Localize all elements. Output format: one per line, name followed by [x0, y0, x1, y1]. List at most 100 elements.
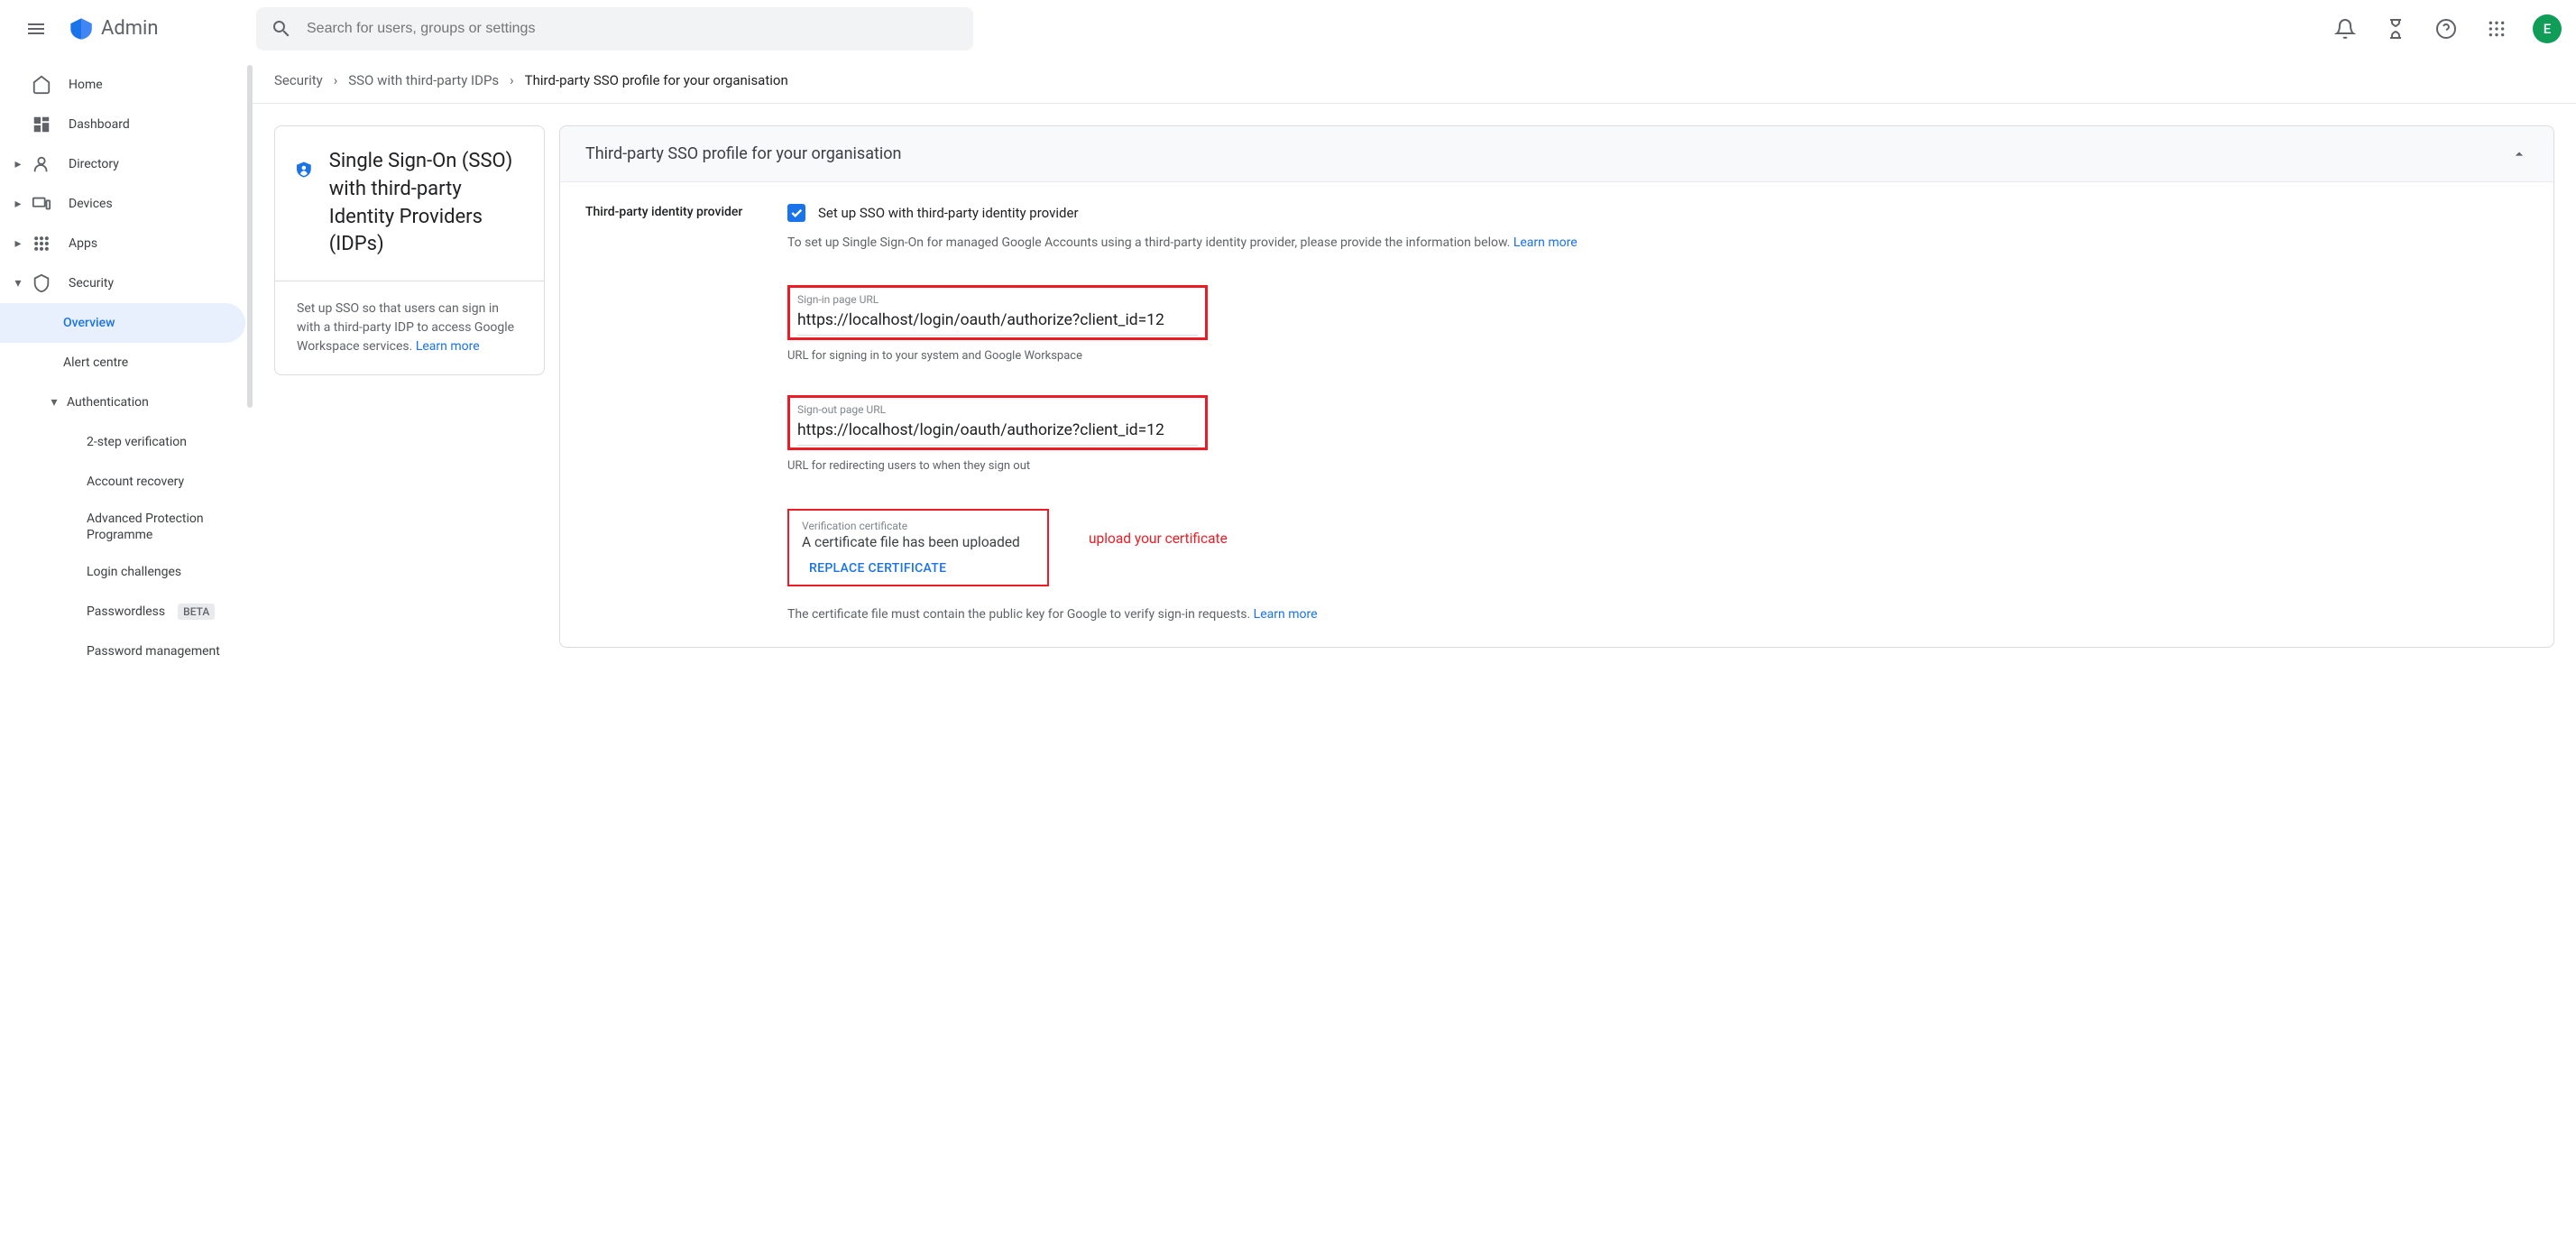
chevron-down-icon: ▾ — [47, 395, 61, 410]
learn-more-link[interactable]: Learn more — [1254, 607, 1318, 622]
sidebar-item-label: Account recovery — [87, 474, 184, 490]
sidebar-nav: Home Dashboard ▸ Directory ▸ Devices ▸ A… — [0, 58, 253, 1245]
chevron-right-icon: ▸ — [11, 236, 25, 251]
field-hint: URL for signing in to your system and Go… — [787, 349, 2528, 363]
apps-icon — [32, 235, 51, 253]
sidebar-item-password-management[interactable]: Password management — [0, 632, 253, 671]
sidebar-item-label: Devices — [69, 197, 113, 211]
annotation-text: upload your certificate — [1089, 530, 1228, 547]
sidebar-item-label: Apps — [69, 236, 97, 251]
field-hint: URL for redirecting users to when they s… — [787, 459, 2528, 473]
search-icon — [271, 18, 292, 40]
sidebar-item-account-recovery[interactable]: Account recovery — [0, 462, 253, 502]
notifications-button[interactable] — [2323, 7, 2367, 51]
sidebar-item-directory[interactable]: ▸ Directory — [0, 144, 253, 184]
sidebar-item-label: Advanced Protection Programme — [87, 511, 238, 543]
sidebar-item-dashboard[interactable]: Dashboard — [0, 105, 253, 144]
section-label: Third-party identity provider — [585, 204, 766, 625]
breadcrumb-link[interactable]: Security — [274, 72, 323, 88]
shield-icon — [32, 273, 51, 293]
sidebar-item-alert-centre[interactable]: Alert centre — [0, 343, 253, 383]
chevron-down-icon: ▾ — [11, 276, 25, 290]
sidebar-item-label: Authentication — [67, 395, 149, 410]
hourglass-icon — [2385, 18, 2406, 40]
info-card-description: Set up SSO so that users can sign in wit… — [297, 301, 514, 354]
admin-logo-icon — [69, 16, 94, 42]
info-card-title: Single Sign-On (SSO) with third-party Id… — [329, 148, 522, 259]
chevron-right-icon: ▸ — [11, 157, 25, 171]
app-logo-text: Admin — [101, 17, 159, 40]
annotation-box: Sign-in page URL — [787, 285, 1208, 340]
replace-certificate-button[interactable]: REPLACE CERTIFICATE — [802, 561, 1035, 576]
tasks-button[interactable] — [2374, 7, 2417, 51]
sidebar-item-label: Passwordless — [87, 604, 165, 620]
sidebar-item-authentication[interactable]: ▾ Authentication — [0, 383, 253, 422]
sidebar-item-label: Security — [69, 276, 114, 290]
sidebar-item-overview[interactable]: Overview — [0, 303, 245, 343]
sidebar-item-label: 2-step verification — [87, 434, 187, 450]
main-content: Security › SSO with third-party IDPs › T… — [253, 58, 2576, 1245]
app-logo[interactable]: Admin — [69, 16, 159, 42]
apps-launcher-button[interactable] — [2475, 7, 2518, 51]
hamburger-menu-button[interactable] — [14, 7, 58, 51]
certificate-status: A certificate file has been uploaded — [802, 534, 1035, 550]
settings-panel: Third-party SSO profile for your organis… — [559, 125, 2554, 648]
sidebar-item-label: Overview — [63, 316, 115, 330]
sidebar-item-label: Password management — [87, 643, 220, 659]
learn-more-link[interactable]: Learn more — [416, 339, 480, 354]
sidebar-item-2step[interactable]: 2-step verification — [0, 422, 253, 462]
beta-badge: BETA — [178, 604, 215, 620]
sidebar-item-login-challenges[interactable]: Login challenges — [0, 552, 253, 592]
chevron-right-icon: › — [334, 72, 338, 88]
check-icon — [789, 206, 804, 220]
app-header: Admin E — [0, 0, 2576, 58]
sso-enable-checkbox[interactable] — [787, 204, 805, 222]
certificate-footer-text: The certificate file must contain the pu… — [787, 607, 1254, 622]
breadcrumb: Security › SSO with third-party IDPs › T… — [253, 58, 2576, 104]
sidebar-item-label: Home — [69, 78, 103, 92]
learn-more-link[interactable]: Learn more — [1513, 235, 1578, 250]
user-avatar[interactable]: E — [2533, 14, 2562, 43]
field-label: Verification certificate — [802, 520, 1035, 532]
signout-url-input[interactable] — [797, 418, 1198, 446]
signout-url-field: Sign-out page URL URL for redirecting us… — [787, 395, 2528, 473]
info-card: Single Sign-On (SSO) with third-party Id… — [274, 125, 545, 375]
bell-icon — [2334, 18, 2356, 40]
apps-grid-icon — [2488, 20, 2506, 38]
help-icon — [2435, 18, 2457, 40]
sidebar-item-label: Alert centre — [63, 355, 128, 370]
signin-url-input[interactable] — [797, 308, 1198, 336]
sidebar-item-passwordless[interactable]: Passwordless BETA — [0, 592, 253, 632]
checkbox-label: Set up SSO with third-party identity pro… — [818, 205, 1079, 221]
home-icon — [32, 75, 51, 95]
devices-icon — [32, 194, 51, 214]
sidebar-item-label: Directory — [69, 157, 119, 171]
sidebar-scrollbar[interactable] — [247, 65, 253, 408]
chevron-right-icon: › — [510, 72, 514, 88]
search-bar[interactable] — [256, 7, 973, 51]
sidebar-item-security[interactable]: ▾ Security — [0, 263, 253, 303]
sidebar-item-home[interactable]: Home — [0, 65, 253, 105]
sidebar-item-devices[interactable]: ▸ Devices — [0, 184, 253, 224]
field-label: Sign-out page URL — [797, 403, 1198, 416]
help-text: To set up Single Sign-On for managed Goo… — [787, 235, 1513, 250]
sidebar-item-label: Login challenges — [87, 564, 181, 580]
annotation-box: Sign-out page URL — [787, 395, 1208, 450]
help-button[interactable] — [2424, 7, 2468, 51]
sidebar-item-label: Dashboard — [69, 117, 130, 132]
signin-url-field: Sign-in page URL URL for signing in to y… — [787, 285, 2528, 363]
sidebar-item-advanced-protection[interactable]: Advanced Protection Programme — [0, 502, 253, 552]
breadcrumb-link[interactable]: SSO with third-party IDPs — [348, 72, 499, 88]
certificate-block: Verification certificate A certificate f… — [787, 509, 1049, 586]
person-icon — [32, 154, 51, 174]
breadcrumb-current: Third-party SSO profile for your organis… — [525, 72, 788, 88]
panel-header-title: Third-party SSO profile for your organis… — [585, 144, 901, 163]
sidebar-item-apps[interactable]: ▸ Apps — [0, 224, 253, 263]
search-input[interactable] — [307, 21, 959, 37]
panel-header[interactable]: Third-party SSO profile for your organis… — [560, 126, 2553, 182]
menu-icon — [25, 18, 47, 40]
security-shield-icon — [297, 148, 311, 191]
dashboard-icon — [32, 115, 51, 134]
field-label: Sign-in page URL — [797, 293, 1198, 306]
collapse-icon[interactable] — [2510, 145, 2528, 163]
